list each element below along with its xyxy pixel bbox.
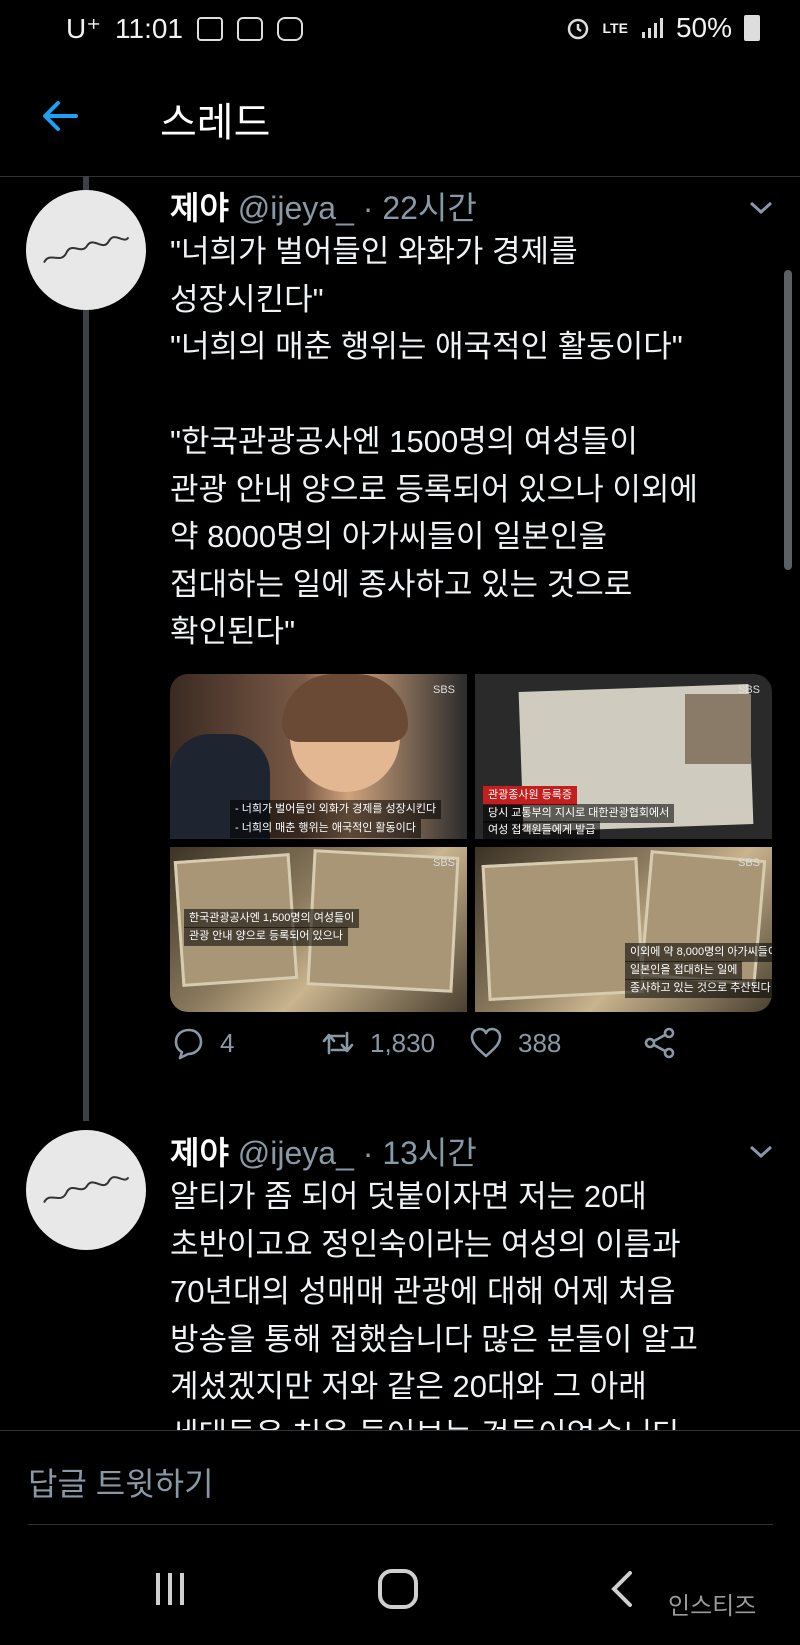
media-caption: 관광종사원 등록증 [483,786,578,805]
media-image-2[interactable]: SBS 관광종사원 등록증 당시 교통부의 지시로 대한관광협회에서 여성 접객… [475,674,772,839]
reply-bar: 답글 트윗하기 [0,1430,800,1526]
broadcaster-logo: SBS [737,857,760,869]
tweet-actions: 4 1,830 388 [170,1025,790,1075]
like-button[interactable]: 388 [468,1025,561,1061]
recent-apps-icon[interactable] [140,1567,200,1611]
app-header: 스레드 [0,56,800,177]
tweet-time: · 13시간 [362,1135,477,1171]
photo-shape [481,857,645,1001]
photo-shape [685,694,751,764]
reply-input[interactable]: 답글 트윗하기 [28,1459,214,1505]
tweet-text: 알티가 좀 되어 덧붙이자면 저는 20대 초반이고요 정인숙이라는 여성의 이… [170,1179,698,1452]
signature-logo [43,1176,130,1204]
reply-count: 4 [220,1027,235,1058]
tweet-header: 제야 @ijeya_ · 13시간 [170,1128,477,1174]
retweet-icon [322,1031,354,1055]
media-caption: 이외에 약 8,000명의 아가씨들이 [625,943,772,962]
media-caption: 여성 접객원들에게 발급 [483,821,601,839]
media-caption: 한국관광공사엔 1,500명의 여성들이 [184,909,360,928]
time-label: 11:01 [115,12,183,44]
page-title: 스레드 [160,101,271,145]
back-icon[interactable] [594,1567,654,1611]
avatar[interactable] [26,1130,146,1250]
tweet-time: · 22시간 [362,190,477,226]
system-nav-bar: 인스티즈 [0,1525,800,1645]
battery-icon [744,15,760,41]
broadcaster-logo: SBS [737,684,760,696]
status-bar: U⁺ 11:01 LTE 50% [0,0,800,56]
thread-connector-line [83,176,89,1121]
network-type-label: LTE [602,20,628,36]
media-caption: - 너희가 벌어들인 외화가 경제를 성장시킨다 [230,800,442,819]
media-caption: 일본인을 접대하는 일에 [625,961,743,980]
retweet-count: 1,830 [370,1027,436,1058]
lock-notification-icon [237,16,263,41]
home-icon[interactable] [368,1567,428,1611]
battery-percent: 50% [675,12,732,43]
author-name[interactable]: 제야 [170,190,229,226]
scrollbar-thumb[interactable] [784,270,792,570]
broadcaster-logo: SBS [432,684,455,696]
reply-icon [174,1028,203,1060]
tweet-media-grid[interactable]: SBS - 너희가 벌어들인 외화가 경제를 성장시킨다 - 너희의 매춘 행위… [170,674,772,1012]
signal-icon [641,18,663,38]
media-caption: - 너희의 매춘 행위는 애국적인 활동이다 [230,819,421,838]
author-handle[interactable]: @ijeya_ [238,1135,354,1171]
avatar[interactable] [26,190,146,310]
tweet-text: "너희가 벌어들인 와화가 경제를 성장시킨다" "너희의 매춘 행위는 애국적… [170,234,698,649]
chevron-down-icon[interactable] [748,200,774,216]
retweet-button[interactable]: 1,830 [320,1025,435,1061]
author-name[interactable]: 제야 [170,1135,229,1171]
media-caption: 종사하고 있는 것으로 추산된다 [625,979,772,998]
chevron-down-icon[interactable] [748,1144,774,1160]
gallery-notification-icon [197,16,223,41]
carrier-label: U⁺ [66,13,101,44]
heart-icon [470,1027,502,1058]
media-image-1[interactable]: SBS - 너희가 벌어들인 외화가 경제를 성장시킨다 - 너희의 매춘 행위… [170,674,467,839]
signature-logo [43,236,130,264]
back-arrow-icon[interactable] [40,96,80,136]
author-handle[interactable]: @ijeya_ [238,190,354,226]
watermark: 인스티즈 [668,1593,757,1620]
alarm-icon [567,18,588,40]
app-notification-icon [277,16,303,41]
media-caption: 관광 안내 양으로 등록되어 있으나 [184,927,348,946]
figure-shape [282,674,408,742]
broadcaster-logo: SBS [432,857,455,869]
media-image-3[interactable]: SBS 한국관광공사엔 1,500명의 여성들이 관광 안내 양으로 등록되어 … [170,847,467,1012]
share-button[interactable] [642,1025,678,1061]
media-image-4[interactable]: SBS 이외에 약 8,000명의 아가씨들이 일본인을 접대하는 일에 종사하… [475,847,772,1012]
like-count: 388 [518,1027,562,1058]
reply-button[interactable]: 4 [170,1025,234,1061]
share-icon [644,1027,675,1059]
tweet-header: 제야 @ijeya_ · 22시간 [170,183,477,229]
